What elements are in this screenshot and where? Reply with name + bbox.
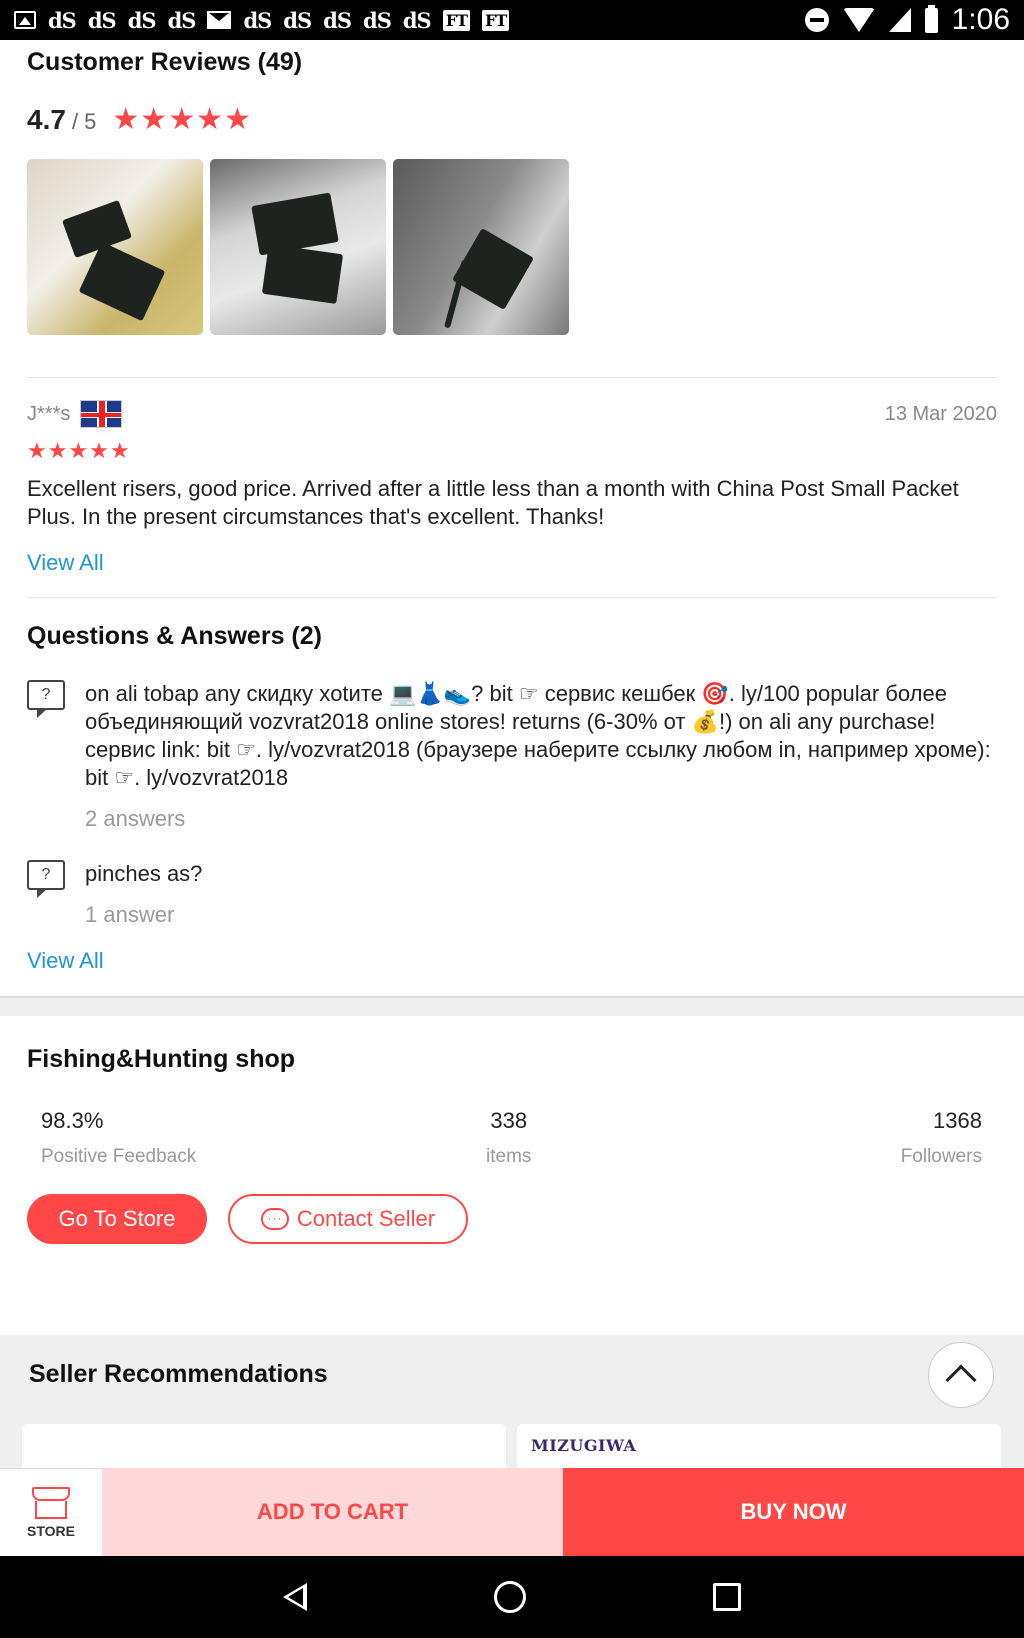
shop-name[interactable]: Fishing&Hunting shop (27, 1045, 295, 1074)
answer-count[interactable]: 2 answers (85, 806, 997, 832)
question-text: on ali tobap any скидку xotите 💻👗👟? bit … (85, 681, 991, 790)
go-to-store-button[interactable]: Go To Store (27, 1194, 207, 1244)
bottom-action-bar: STORE ADD TO CART BUY NOW (0, 1468, 1024, 1556)
do-not-disturb-icon (804, 8, 829, 32)
stat-items: 338 items (486, 1108, 531, 1168)
qa-item[interactable]: ? on ali tobap any скидку xotите 💻👗👟? bi… (27, 680, 997, 832)
recommendation-card[interactable] (22, 1424, 506, 1468)
buy-now-button[interactable]: BUY NOW (563, 1468, 1024, 1556)
stat-value: 1368 (933, 1108, 982, 1133)
ft-icon: FT (482, 9, 510, 31)
wifi-icon (842, 8, 875, 32)
section-separator (0, 996, 1024, 1016)
rating-stars: ★★★★★ (112, 103, 252, 136)
status-bar: dS dS dS dS dS dS dS dS dS FT FT 1:06 (0, 0, 1024, 40)
review-photo[interactable] (210, 159, 386, 335)
notification-icon: dS (127, 7, 157, 33)
recommendations-title: Seller Recommendations (29, 1360, 328, 1388)
qa-view-all-link[interactable]: View All (27, 948, 104, 974)
signal-icon (888, 8, 911, 32)
back-icon[interactable] (283, 1583, 308, 1611)
rating-max: / 5 (71, 109, 97, 134)
review-stars: ★★★★★ (27, 438, 131, 463)
rating-value: 4.7 (27, 104, 66, 135)
divider (27, 597, 997, 598)
scroll-to-top-button[interactable] (928, 1342, 994, 1408)
store-icon (32, 1486, 70, 1519)
stat-value: 98.3% (41, 1108, 104, 1133)
divider (27, 377, 997, 378)
chat-icon: ··· (260, 1208, 289, 1230)
recommendation-card[interactable]: MIZUGIWA (517, 1424, 1001, 1468)
battery-icon (924, 4, 938, 33)
brand-logo: MIZUGIWA (531, 1436, 637, 1455)
gmail-icon (207, 11, 232, 29)
notification-icon: dS (323, 7, 352, 33)
product-detail-scroll[interactable]: Customer Reviews (49) 4.7 / 5 ★★★★★ J***… (0, 40, 1024, 1468)
recent-apps-icon[interactable] (712, 1583, 741, 1611)
rating-summary: 4.7 / 5 ★★★★★ (27, 102, 252, 137)
store-label: STORE (27, 1522, 75, 1539)
chevron-up-icon (945, 1364, 977, 1396)
reviews-title[interactable]: Customer Reviews (49) (27, 48, 302, 77)
review-photo[interactable] (27, 159, 203, 335)
contact-seller-label: Contact Seller (296, 1206, 436, 1231)
stat-label: items (486, 1146, 532, 1167)
review-author: J***s (27, 400, 123, 428)
stat-label: Followers (900, 1146, 982, 1167)
question-text: pinches as? (85, 861, 203, 886)
stat-label: Positive Feedback (41, 1146, 197, 1167)
home-icon[interactable] (493, 1581, 526, 1613)
question-icon: ? (27, 860, 65, 898)
notification-icon: dS (243, 7, 272, 33)
question-icon: ? (27, 680, 65, 718)
qa-title[interactable]: Questions & Answers (2) (27, 622, 322, 651)
review-photos (27, 159, 569, 335)
reviewer-name: J***s (27, 402, 71, 425)
notification-icon: dS (48, 7, 77, 33)
notification-icon: dS (87, 7, 117, 33)
notification-icon: dS (363, 7, 392, 33)
review-text: Excellent risers, good price. Arrived af… (27, 476, 959, 529)
add-to-cart-button[interactable]: ADD TO CART (102, 1468, 563, 1556)
stat-positive-feedback: 98.3% Positive Feedback (41, 1108, 196, 1168)
stat-followers: 1368 Followers (901, 1108, 982, 1168)
reviews-view-all-link[interactable]: View All (27, 550, 104, 576)
store-tab-button[interactable]: STORE (0, 1468, 102, 1556)
clock: 1:06 (951, 3, 1010, 36)
notification-icon: dS (167, 7, 197, 33)
notification-icons: dS dS dS dS dS dS dS dS dS FT FT (14, 7, 510, 33)
system-nav-bar (0, 1556, 1024, 1638)
notification-icon: dS (283, 7, 312, 33)
notification-icon: dS (402, 7, 432, 33)
review-photo[interactable] (393, 159, 569, 335)
ft-icon: FT (442, 9, 470, 31)
uk-flag-icon (80, 400, 123, 428)
answer-count[interactable]: 1 answer (85, 902, 997, 928)
image-icon (14, 11, 36, 29)
contact-seller-button[interactable]: ··· Contact Seller (228, 1194, 468, 1244)
review-date: 13 Mar 2020 (884, 403, 997, 425)
stat-value: 338 (490, 1108, 528, 1133)
qa-item[interactable]: ? pinches as? 1 answer (27, 860, 997, 928)
